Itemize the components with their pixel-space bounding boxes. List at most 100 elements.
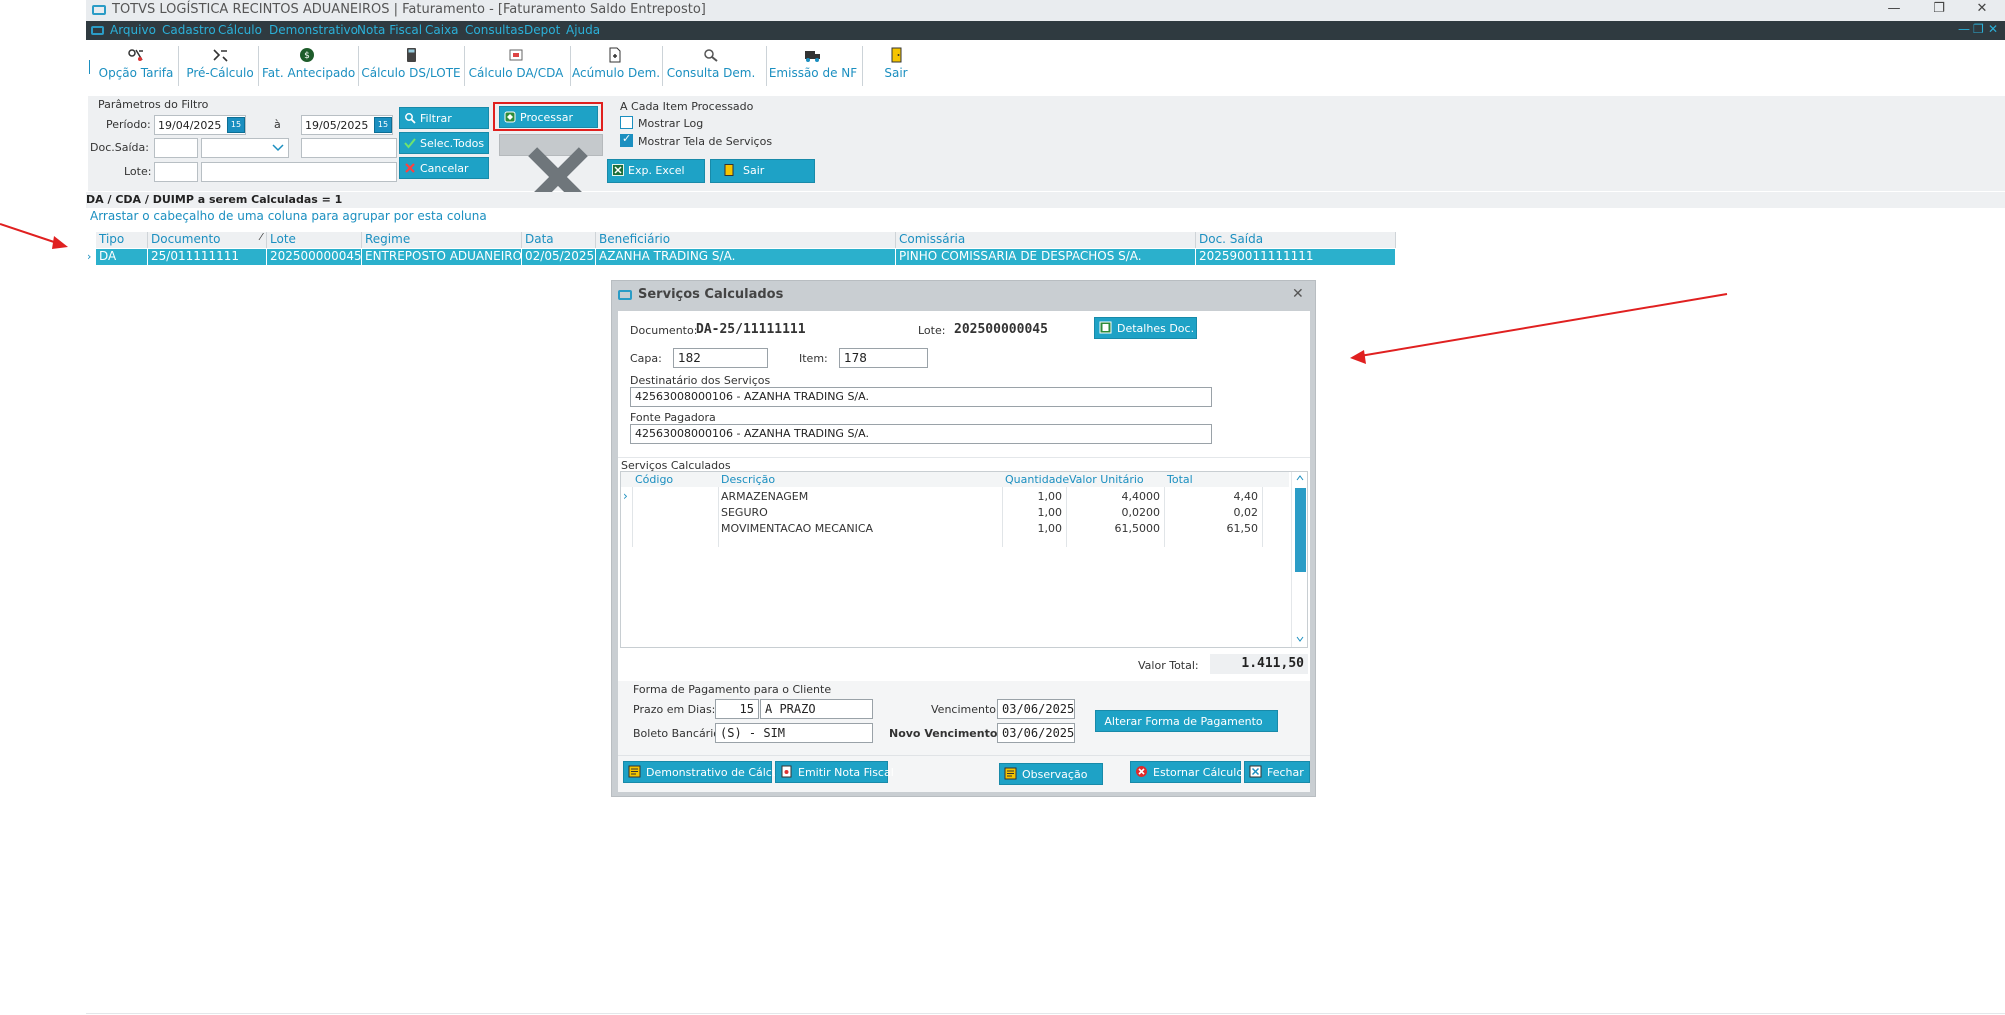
capa-input[interactable]: 182 <box>673 348 768 368</box>
mdi-minimize-button[interactable]: — <box>1958 22 1970 36</box>
toolbar-separator <box>766 46 767 86</box>
column-header-doc-saida[interactable]: Doc. Saída <box>1196 232 1396 248</box>
menu-consultas[interactable]: Consultas <box>465 23 524 37</box>
menu-nota-fiscal[interactable]: Nota Fiscal <box>357 23 422 37</box>
boleto-input[interactable]: (S) - SIM <box>715 723 873 743</box>
process-icon <box>504 111 516 123</box>
services-header-quantidade[interactable]: Quantidade <box>1005 473 1069 487</box>
column-header-beneficiario[interactable]: Beneficiário <box>596 232 896 248</box>
column-header-data[interactable]: Data <box>522 232 596 248</box>
periodo-label: Período: <box>106 118 151 131</box>
add-document-icon <box>609 47 621 63</box>
mostrar-log-checkbox[interactable] <box>620 116 633 129</box>
services-scrollbar[interactable] <box>1291 472 1307 647</box>
column-divider <box>1164 487 1165 547</box>
calendar-from-icon[interactable]: 15 <box>227 117 245 133</box>
emissao-nf-button[interactable]: Emissão de NF <box>768 44 858 88</box>
chevron-down-icon <box>272 144 284 152</box>
menu-ajuda[interactable]: Ajuda <box>566 23 600 37</box>
mdi-close-button[interactable]: ✕ <box>1988 22 1998 36</box>
column-header-lote[interactable]: Lote <box>267 232 362 248</box>
doc-saida-number-input[interactable] <box>301 138 397 158</box>
prazo-dias-input[interactable]: 15 <box>715 699 759 719</box>
calculo-da-cda-button[interactable]: Cálculo DA/CDA <box>466 44 566 88</box>
observacao-button[interactable]: Observação <box>999 763 1103 785</box>
boleto-label: Boleto Bancário: <box>633 727 724 740</box>
menu-app-icon[interactable] <box>91 26 104 35</box>
alterar-forma-pagamento-button[interactable]: Alterar Forma de Pagamento <box>1095 710 1278 732</box>
services-header-valor-unitario[interactable]: Valor Unitário <box>1069 473 1144 487</box>
detalhes-doc-button[interactable]: Detalhes Doc. <box>1094 317 1197 339</box>
estornar-calculo-button[interactable]: Estornar Cálculo <box>1130 761 1243 783</box>
table-cell-tipo[interactable]: DA <box>96 249 148 265</box>
novo-vencimento-input[interactable]: 03/06/2025 <box>997 723 1075 743</box>
prazo-tipo-input[interactable]: A PRAZO <box>760 699 873 719</box>
restore-button[interactable]: ❐ <box>1916 0 1962 21</box>
divider <box>618 457 1310 458</box>
column-header-documento[interactable]: Documento ⁄ <box>148 232 267 248</box>
sair-toolbar-button[interactable]: Sair <box>868 44 924 88</box>
menu-depot[interactable]: Depot <box>524 23 560 37</box>
sort-arrow-icon: ⁄ <box>260 232 262 243</box>
table-cell-regime[interactable]: ENTREPOSTO ADUANEIRO <box>362 249 522 265</box>
menu-caixa[interactable]: Caixa <box>425 23 459 37</box>
toolbar-separator <box>464 46 465 86</box>
cancelar-filter-button[interactable]: Cancelar <box>399 157 489 179</box>
services-header-total[interactable]: Total <box>1167 473 1193 487</box>
dialog-title-bar: Serviços Calculados ✕ <box>612 281 1315 309</box>
close-button[interactable]: ✕ <box>1959 0 2005 21</box>
menu-arquivo[interactable]: Arquivo <box>110 23 156 37</box>
toolbar-separator <box>358 46 359 86</box>
dialog-close-icon[interactable]: ✕ <box>1292 286 1304 302</box>
services-header-codigo[interactable]: Código <box>635 473 673 487</box>
note-icon <box>1004 767 1017 780</box>
services-header-descricao[interactable]: Descrição <box>721 473 775 487</box>
table-cell-documento[interactable]: 25/011111111 <box>148 249 267 265</box>
scroll-up-icon[interactable] <box>1296 475 1304 481</box>
consulta-dem-button[interactable]: Consulta Dem. <box>664 44 758 88</box>
prazo-label: Prazo em Dias: <box>633 703 716 716</box>
opcao-tarifa-button[interactable]: Opção Tarifa <box>98 44 174 88</box>
item-input[interactable]: 178 <box>839 348 928 368</box>
column-divider <box>632 487 633 547</box>
table-cell-beneficiario[interactable]: AZANHA TRADING S/A. <box>596 249 896 265</box>
group-by-hint[interactable]: Arrastar o cabeçalho de uma coluna para … <box>86 209 487 223</box>
menu-demonstrativo[interactable]: Demonstrativo <box>269 23 358 37</box>
lote-description-input[interactable] <box>201 162 397 182</box>
table-cell-doc-saida[interactable]: 202590011111111 <box>1196 249 1396 265</box>
sair-filter-button[interactable]: Sair <box>710 159 815 183</box>
selec-todos-button[interactable]: Selec.Todos <box>399 132 489 154</box>
mdi-restore-button[interactable]: ❐ <box>1973 22 1984 36</box>
table-cell-comissaria[interactable]: PINHO COMISSARIA DE DESPACHOS S/A. <box>896 249 1196 265</box>
servicos-calculados-dialog: Serviços Calculados ✕ Documento: DA-25/1… <box>611 280 1316 797</box>
doc-saida-select[interactable] <box>201 138 289 158</box>
emitir-nota-fiscal-button[interactable]: Emitir Nota Fiscal <box>775 761 894 783</box>
destinatario-input[interactable]: 42563008000106 - AZANHA TRADING S/A. <box>630 387 1212 407</box>
doc-saida-input[interactable] <box>154 138 198 158</box>
minimize-button[interactable]: — <box>1871 0 1917 21</box>
processar-button[interactable]: Processar <box>499 106 598 128</box>
vencimento-input[interactable]: 03/06/2025 <box>997 699 1075 719</box>
demonstrativo-calculo-button[interactable]: Demonstrativo de Cálculo <box>623 761 789 783</box>
scroll-down-icon[interactable] <box>1296 636 1304 642</box>
filtrar-button[interactable]: Filtrar <box>399 107 489 129</box>
calculo-ds-lote-button[interactable]: Cálculo DS/LOTE <box>360 44 462 88</box>
pre-calc-icon <box>213 49 228 62</box>
fonte-pagadora-input[interactable]: 42563008000106 - AZANHA TRADING S/A. <box>630 424 1212 444</box>
menu-calculo[interactable]: Cálculo <box>218 23 262 37</box>
column-header-comissaria[interactable]: Comissária <box>896 232 1196 248</box>
acumulo-dem-button[interactable]: Acúmulo Dem. <box>572 44 660 88</box>
table-cell-lote[interactable]: 202500000045 <box>267 249 362 265</box>
column-header-regime[interactable]: Regime <box>362 232 522 248</box>
menu-cadastro[interactable]: Cadastro <box>162 23 216 37</box>
fechar-button[interactable]: Fechar <box>1244 761 1310 783</box>
scroll-thumb[interactable] <box>1295 488 1306 572</box>
column-header-tipo[interactable]: Tipo <box>96 232 148 248</box>
exp-excel-button[interactable]: Exp. Excel <box>607 159 705 183</box>
table-cell-data[interactable]: 02/05/2025 <box>522 249 596 265</box>
lote-input[interactable] <box>154 162 198 182</box>
pre-calculo-button[interactable]: Pré-Cálculo <box>182 44 258 88</box>
calendar-to-icon[interactable]: 15 <box>374 117 392 133</box>
fat-antecipado-button[interactable]: $ Fat. Antecipado <box>262 44 355 88</box>
mostrar-tela-checkbox[interactable] <box>620 132 633 147</box>
